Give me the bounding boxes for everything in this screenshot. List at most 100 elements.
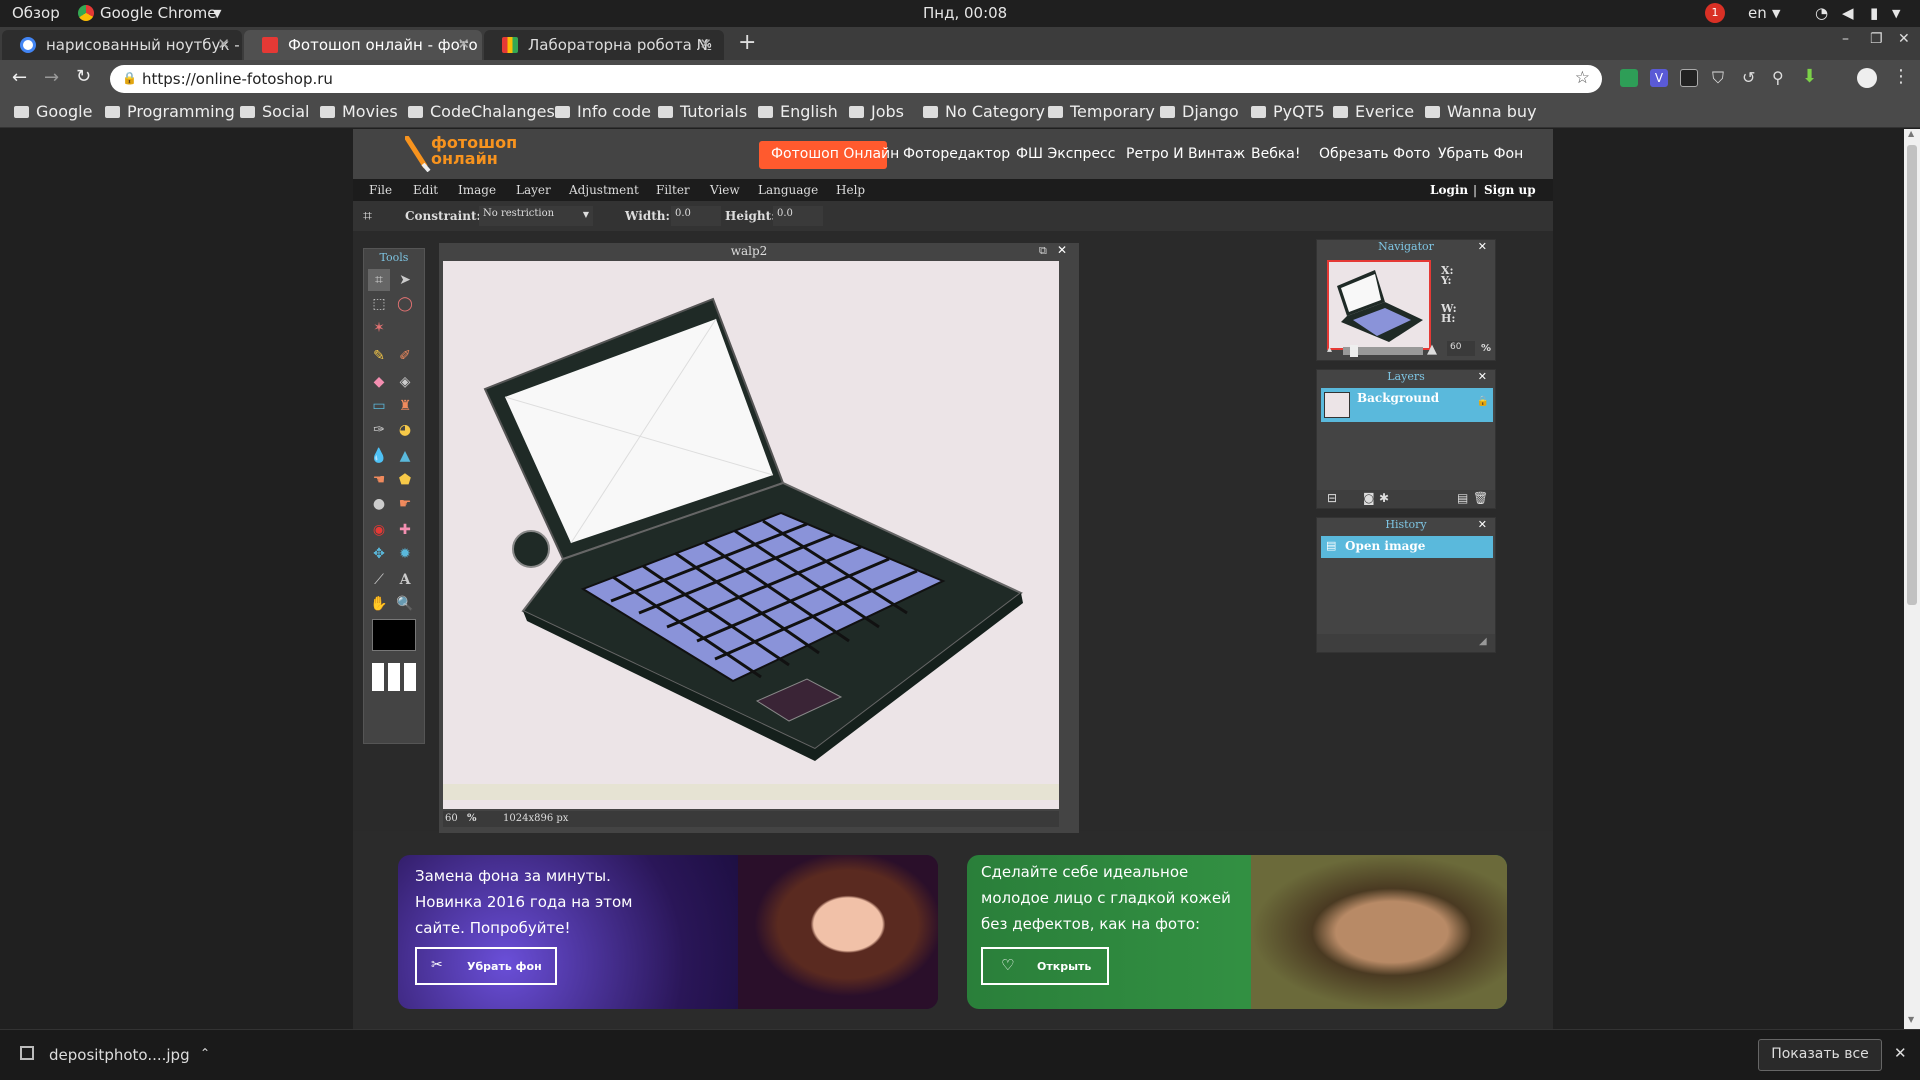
navigator-zoom-input[interactable]: 60 <box>1447 341 1475 356</box>
eraser-tool-icon[interactable]: ◆ <box>368 371 390 393</box>
zoom-tool-icon[interactable]: 🔍 <box>394 593 416 615</box>
layer-row[interactable]: Background 🔒 <box>1321 388 1493 422</box>
menu-layer[interactable]: Layer <box>516 183 551 197</box>
reload-icon[interactable]: ↻ <box>76 66 91 87</box>
layer-mask-icon[interactable]: ◙ <box>1363 491 1375 505</box>
bookmark-folder[interactable]: Everice <box>1333 102 1414 121</box>
chrome-menu-icon[interactable]: ⋮ <box>1892 66 1910 87</box>
magic-wand-tool-icon[interactable]: ✶ <box>368 317 390 339</box>
nav-retro[interactable]: Ретро И Винтаж <box>1126 146 1245 162</box>
clock[interactable]: Пнд, 00:08 <box>923 4 1007 22</box>
bookmark-folder[interactable]: English <box>758 102 838 121</box>
new-tab-button[interactable]: + <box>738 30 756 55</box>
width-input[interactable]: 0.0 <box>671 206 721 226</box>
history-close-icon[interactable]: ✕ <box>1478 518 1487 531</box>
bookmark-folder[interactable]: CodeChalanges <box>408 102 555 121</box>
extension-pin-icon[interactable]: ⚲ <box>1772 68 1784 87</box>
sharpen-tool-icon[interactable]: ▲ <box>394 445 416 467</box>
show-all-button[interactable]: Показать все <box>1758 1039 1882 1071</box>
forward-icon[interactable]: → <box>44 67 59 88</box>
zoom-slider[interactable] <box>1343 345 1423 357</box>
navigator-thumbnail[interactable] <box>1327 260 1431 350</box>
download-item[interactable]: depositphoto....jpg <box>49 1046 190 1064</box>
dodge-tool-icon[interactable]: ● <box>368 493 390 515</box>
popout-icon[interactable]: ⧉ <box>1039 244 1047 258</box>
bookmark-folder[interactable]: Jobs <box>849 102 904 121</box>
battery-icon[interactable]: ▮ <box>1870 4 1878 22</box>
scrollbar-thumb[interactable] <box>1907 145 1917 605</box>
new-layer-icon[interactable]: ▤ <box>1457 491 1468 505</box>
bookmark-folder[interactable]: Social <box>240 102 309 121</box>
layer-style-icon[interactable]: ✱ <box>1379 491 1389 505</box>
zoom-input[interactable]: 60 <box>445 813 458 824</box>
blur-tool-icon[interactable]: 💧 <box>368 445 390 467</box>
page-scrollbar[interactable]: ▲ ▼ <box>1904 129 1920 1029</box>
close-icon[interactable]: ✕ <box>217 35 230 53</box>
open-button[interactable]: ♡ Открыть <box>981 947 1109 985</box>
close-icon[interactable]: ✕ <box>457 35 470 53</box>
tab-search[interactable]: нарисованный ноутбук - ✕ <box>2 30 242 60</box>
extension-glasses-icon[interactable] <box>1680 69 1698 87</box>
nav-remove-bg[interactable]: Убрать Фон <box>1438 146 1523 162</box>
smudge-tool-icon[interactable]: ☚ <box>368 469 390 491</box>
bookmark-folder[interactable]: Tutorials <box>658 102 747 121</box>
nav-fsh-express[interactable]: ФШ Экспресс <box>1016 146 1115 162</box>
gradient-tool-icon[interactable]: ▭ <box>368 395 390 417</box>
profile-avatar[interactable] <box>1857 68 1877 88</box>
bookmark-folder[interactable]: Django <box>1160 102 1239 121</box>
tab-lab[interactable]: Лабораторна робота № ✕ <box>484 30 724 60</box>
foreground-color-swatch[interactable] <box>372 619 416 651</box>
burn-tool-icon[interactable]: ☛ <box>394 493 416 515</box>
color-picker-tool-icon[interactable]: ⟋ <box>368 569 390 591</box>
bookmark-folder[interactable]: Movies <box>320 102 398 121</box>
promo-card-remove-bg[interactable]: Замена фона за минуты. Новинка 2016 года… <box>398 855 938 1009</box>
zoom-out-icon[interactable]: ▴ <box>1327 344 1332 355</box>
nav-fotoshop-online[interactable]: Фотошоп Онлайн <box>771 146 899 162</box>
grid-swatch-icon[interactable] <box>372 663 416 691</box>
scroll-up-icon[interactable]: ▲ <box>1908 129 1914 138</box>
crop-tool-icon[interactable]: ⌗ <box>368 269 390 291</box>
marquee-tool-icon[interactable]: ⬚ <box>368 293 390 315</box>
close-icon[interactable]: ✕ <box>699 35 712 53</box>
restore-button[interactable]: ❐ <box>1870 31 1883 47</box>
spot-heal-tool-icon[interactable]: ✚ <box>394 519 416 541</box>
bucket-tool-icon[interactable]: ◈ <box>394 371 416 393</box>
menu-image[interactable]: Image <box>458 183 496 197</box>
navigator-close-icon[interactable]: ✕ <box>1478 240 1487 253</box>
extension-download-icon[interactable]: ⬇ <box>1802 66 1817 87</box>
login-link[interactable]: Login <box>1430 183 1468 197</box>
extension-undo-icon[interactable]: ↺ <box>1742 68 1755 87</box>
image-canvas[interactable] <box>443 261 1059 809</box>
move-tool-icon[interactable]: ➤ <box>394 269 416 291</box>
tab-fotoshop[interactable]: Фотошоп онлайн - фото ✕ <box>244 30 482 60</box>
pinch-tool-icon[interactable]: ✹ <box>394 543 416 565</box>
delete-layer-icon[interactable]: 🗑 <box>1473 491 1488 505</box>
bookmark-folder[interactable]: Programming <box>105 102 235 121</box>
zoom-in-icon[interactable]: ▲ <box>1427 342 1437 357</box>
lasso-tool-icon[interactable]: ◯ <box>394 293 416 315</box>
site-logo[interactable]: фотошоп онлайн <box>431 135 517 167</box>
activities-button[interactable]: Обзор <box>12 4 60 22</box>
history-row[interactable]: ▤ Open image <box>1321 536 1493 558</box>
language-indicator[interactable]: en <box>1748 4 1767 22</box>
sponge-tool-icon[interactable]: ⬟ <box>394 469 416 491</box>
address-bar[interactable]: 🔒 https://online-fotoshop.ru ☆ <box>110 65 1602 93</box>
menu-language[interactable]: Language <box>758 183 818 197</box>
type-tool-icon[interactable]: A <box>394 569 416 591</box>
wifi-icon[interactable]: ◔ <box>1815 4 1828 22</box>
brush-tool-icon[interactable]: ✐ <box>394 345 416 367</box>
promo-card-face[interactable]: Сделайте себе идеальное молодое лицо с г… <box>967 855 1507 1009</box>
download-shelf-close-icon[interactable]: ✕ <box>1894 1044 1907 1062</box>
bloat-tool-icon[interactable]: ✥ <box>368 543 390 565</box>
bookmark-folder[interactable]: No Category <box>923 102 1045 121</box>
zoom-slider-handle[interactable] <box>1350 345 1358 357</box>
menu-adjustment[interactable]: Adjustment <box>569 183 639 197</box>
menu-filter[interactable]: Filter <box>656 183 690 197</box>
resize-grip-icon[interactable]: ◢ <box>1479 636 1487 647</box>
window-close-button[interactable]: ✕ <box>1898 31 1910 47</box>
stamp-tool-icon[interactable]: ♜ <box>394 395 416 417</box>
link-layers-icon[interactable]: ⊟ <box>1327 491 1337 505</box>
scroll-down-icon[interactable]: ▼ <box>1908 1015 1914 1024</box>
menu-help[interactable]: Help <box>836 183 865 197</box>
extension-v-icon[interactable]: V <box>1650 69 1668 87</box>
